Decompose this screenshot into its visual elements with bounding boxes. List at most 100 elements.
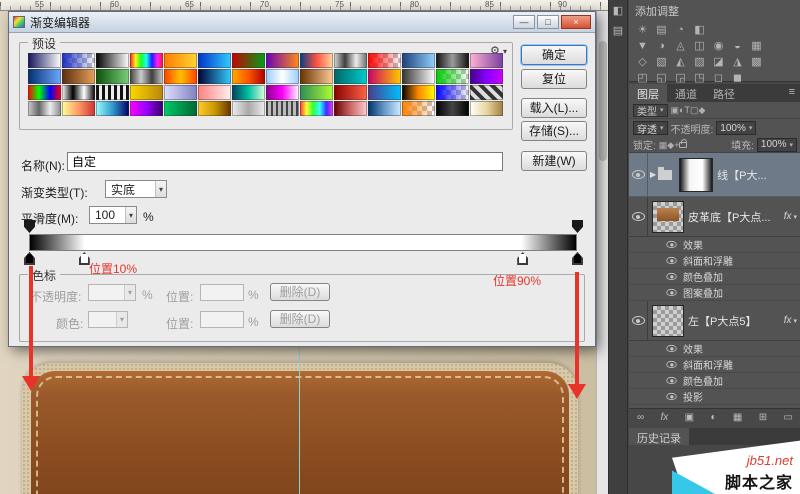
gradient-preset-swatch[interactable] (266, 53, 299, 68)
adjustment-icon[interactable]: ◲ (673, 71, 688, 85)
gradient-preset-swatch[interactable] (28, 101, 61, 116)
gradient-preset-swatch[interactable] (470, 53, 503, 68)
visibility-toggle[interactable] (629, 153, 648, 196)
gradient-preset-swatch[interactable] (96, 53, 129, 68)
gradient-preset-swatch[interactable] (232, 69, 265, 84)
visibility-toggle[interactable] (663, 285, 679, 300)
link-layers-icon[interactable]: ∞ (637, 412, 644, 423)
new-group-icon[interactable]: ▦ (733, 412, 742, 423)
gradient-preset-swatch[interactable] (62, 101, 95, 116)
adjustment-icon[interactable]: ▦ (749, 39, 764, 53)
gradient-preset-swatch[interactable] (368, 85, 401, 100)
collapsed-panel-icon[interactable]: ◧ (611, 4, 626, 18)
gradient-preset-swatch[interactable] (232, 53, 265, 68)
gradient-preset-swatch[interactable] (198, 69, 231, 84)
gradient-preset-swatch[interactable] (436, 85, 469, 100)
layer-effect-row[interactable]: 效果 (629, 341, 800, 357)
expand-arrow-icon[interactable]: ▶ (650, 170, 656, 179)
gradient-preset-swatch[interactable] (436, 69, 469, 84)
gradient-preset-swatch[interactable] (130, 85, 163, 100)
gradient-preset-swatch[interactable] (62, 53, 95, 68)
layer-effect-row[interactable]: 效果 (629, 237, 800, 253)
gradient-preset-swatch[interactable] (402, 85, 435, 100)
color-stop[interactable] (24, 252, 35, 265)
layer-effect-row[interactable]: 图案叠加 (629, 285, 800, 301)
opacity-stop[interactable] (24, 220, 35, 233)
gradient-preset-swatch[interactable] (300, 101, 333, 116)
adjustment-icon[interactable]: ▼ (635, 39, 650, 53)
adjustment-icon[interactable]: ◧ (692, 23, 707, 37)
layer-effect-row[interactable]: 斜面和浮雕 (629, 253, 800, 269)
smoothness-select[interactable]: 100 ▾ (89, 206, 137, 224)
collapsed-panel-icon[interactable]: ▤ (611, 24, 626, 38)
layer-effect-row[interactable]: 斜面和浮雕 (629, 357, 800, 373)
adjustment-icon[interactable]: ☀ (635, 23, 650, 37)
delete-layer-icon[interactable]: ▭ (784, 412, 793, 423)
color-stop[interactable] (517, 252, 529, 265)
gradient-preset-swatch[interactable] (402, 69, 435, 84)
gradient-preview-bar[interactable] (29, 234, 577, 251)
gradient-preset-swatch[interactable] (368, 101, 401, 116)
gradient-preset-swatch[interactable] (368, 53, 401, 68)
gradient-preset-swatch[interactable] (470, 85, 503, 100)
adjustment-icon[interactable]: ◔ (673, 23, 688, 37)
adjustment-icon[interactable]: ▤ (654, 23, 669, 37)
gradient-preset-swatch[interactable] (130, 53, 163, 68)
gradient-preset-swatch[interactable] (164, 85, 197, 100)
gradient-preset-swatch[interactable] (198, 53, 231, 68)
scrollbar-thumb[interactable] (599, 41, 607, 161)
adjustment-icon[interactable]: ▩ (749, 55, 764, 69)
dialog-titlebar[interactable]: 渐变编辑器 — □ × (9, 12, 595, 33)
gradient-preset-swatch[interactable] (96, 69, 129, 84)
adjustment-icon[interactable]: ◭ (673, 55, 688, 69)
save-button[interactable]: 存储(S)... (521, 121, 587, 141)
gradient-preset-swatch[interactable] (130, 69, 163, 84)
gradient-preset-swatch[interactable] (164, 53, 197, 68)
new-layer-icon[interactable]: ⊞ (759, 412, 767, 423)
gradient-preset-swatch[interactable] (300, 69, 333, 84)
adjustment-icon[interactable]: ◱ (654, 71, 669, 85)
fill-select[interactable]: 100% ▾ (756, 137, 797, 152)
gradient-preset-swatch[interactable] (28, 85, 61, 100)
adjustment-icon[interactable]: ◉ (711, 39, 726, 53)
gradient-preset-swatch[interactable] (164, 101, 197, 116)
gradient-preset-swatch[interactable] (334, 53, 367, 68)
new-button[interactable]: 新建(W) (521, 151, 587, 171)
layer-row[interactable]: 皮革底【P大点... fx ▾ (629, 197, 800, 237)
gradient-preset-swatch[interactable] (130, 101, 163, 116)
gradient-preset-swatch[interactable] (266, 69, 299, 84)
load-button[interactable]: 载入(L)... (521, 98, 587, 118)
minimize-button[interactable]: — (513, 15, 535, 29)
gradient-preset-swatch[interactable] (96, 85, 129, 100)
document-scrollbar[interactable] (596, 11, 608, 494)
opacity-stop[interactable] (572, 220, 583, 233)
adjustment-icon[interactable]: ◒ (730, 39, 745, 53)
gradient-preset-swatch[interactable] (300, 53, 333, 68)
gradient-preset-swatch[interactable] (266, 85, 299, 100)
chevron-down-icon[interactable]: ▾ (793, 213, 797, 221)
ok-button[interactable]: 确定 (521, 45, 587, 65)
layer-opacity-select[interactable]: 100% ▾ (716, 121, 757, 135)
gradient-preset-swatch[interactable] (334, 101, 367, 116)
filter-type-select[interactable]: 类型 ▾ (633, 103, 668, 118)
delete-opacity-stop-button[interactable]: 删除(D) (270, 283, 330, 301)
visibility-toggle[interactable] (629, 301, 648, 340)
tab-通道[interactable]: 通道 (667, 84, 705, 102)
layer-style-icon[interactable]: fx (661, 412, 669, 423)
gradient-preset-swatch[interactable] (198, 101, 231, 116)
layer-filter-icon[interactable]: ▣ (671, 105, 680, 115)
adjustment-icon[interactable]: ▨ (692, 55, 707, 69)
adjustment-icon[interactable]: ◻ (711, 71, 726, 85)
adjustment-icon[interactable]: ◼ (730, 71, 745, 85)
gradient-preset-swatch[interactable] (164, 69, 197, 84)
layer-mask-icon[interactable]: ▣ (685, 412, 694, 423)
gradient-preset-swatch[interactable] (28, 53, 61, 68)
gradient-preset-swatch[interactable] (436, 53, 469, 68)
lock-all-icon[interactable] (679, 139, 688, 148)
visibility-toggle[interactable] (663, 373, 679, 388)
layer-row[interactable]: 左【P大点5】 fx ▾ (629, 301, 800, 341)
adjustment-icon[interactable]: ◪ (711, 55, 726, 69)
gradient-preset-swatch[interactable] (62, 69, 95, 84)
layer-effect-row[interactable]: 颜色叠加 (629, 373, 800, 389)
adjustment-icon[interactable]: ◳ (692, 71, 707, 85)
